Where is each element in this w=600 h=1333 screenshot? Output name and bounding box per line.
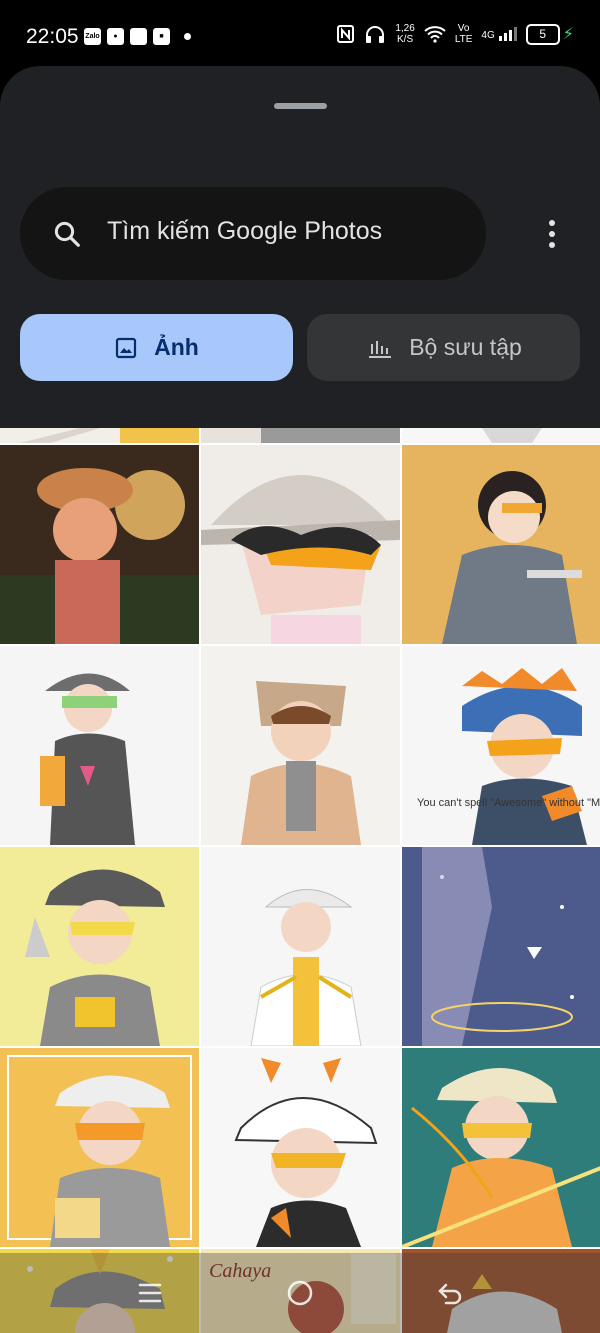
photo-thumbnail[interactable]: [0, 847, 199, 1046]
photo-thumbnail[interactable]: [402, 445, 600, 644]
tab-photos-label: Ảnh: [154, 334, 199, 360]
speed-unit: K/S: [397, 34, 414, 45]
search-input[interactable]: Tìm kiếm Google Photos: [107, 217, 382, 246]
wifi-icon: [424, 26, 446, 43]
volte-top: Vo: [457, 23, 470, 34]
system-status: 1,26 K/S Vo LTE 4G 5 ⚡: [337, 23, 574, 45]
home-icon[interactable]: [282, 1275, 318, 1311]
status-bar: 22:05 Zalo ● ■ 1,26 K/S Vo LTE 4G 5 ⚡: [0, 0, 600, 68]
bar-chart-icon: [369, 340, 392, 358]
search-sheet: Tìm kiếm Google Photos Ảnh Bộ sưu tập: [0, 66, 600, 428]
status-time: 22:05: [26, 25, 79, 48]
photo-grid: You can't spell "Awesome" without "Me" C…: [0, 428, 600, 1333]
tab-collections-label: Bộ sưu tập: [409, 334, 522, 360]
notification-icons: Zalo ● ■: [84, 28, 191, 45]
back-icon[interactable]: [432, 1275, 468, 1311]
more-vert-icon: [549, 219, 555, 226]
search-bar[interactable]: Tìm kiếm Google Photos: [20, 187, 486, 280]
speed-value: 1,26: [395, 23, 415, 34]
signal-label: 4G: [481, 30, 495, 41]
more-options-button[interactable]: [537, 211, 567, 256]
photo-thumbnail[interactable]: [0, 428, 199, 443]
image-icon: [116, 337, 137, 358]
chat-icon: ●: [107, 28, 124, 45]
photo-thumbnail[interactable]: [402, 428, 600, 443]
photo-thumbnail[interactable]: [201, 1048, 400, 1247]
headset-icon: [366, 26, 385, 43]
photo-thumbnail[interactable]: You can't spell "Awesome" without "Me": [402, 646, 600, 845]
photo-thumbnail[interactable]: [0, 445, 199, 644]
caption-text: You can't spell "Awesome" without "Me": [417, 797, 600, 809]
photo-thumbnail[interactable]: [402, 847, 600, 1046]
more-notifications-icon: [184, 33, 191, 40]
photo-thumbnail[interactable]: [201, 445, 400, 644]
volte-indicator: Vo LTE: [455, 23, 473, 45]
volte-bottom: LTE: [454, 34, 473, 45]
tab-photos[interactable]: Ảnh: [20, 314, 293, 381]
app-icon: [130, 28, 147, 45]
photo-thumbnail[interactable]: [201, 428, 400, 443]
photo-thumbnail[interactable]: [201, 646, 400, 845]
photo-thumbnail[interactable]: [402, 1048, 600, 1247]
drag-handle[interactable]: [274, 103, 327, 109]
zalo-icon: Zalo: [84, 28, 101, 45]
battery-icon: 5: [525, 23, 560, 45]
network-speed: 1,26 K/S: [395, 23, 414, 45]
charging-icon: ⚡: [562, 26, 574, 43]
tab-collections[interactable]: Bộ sưu tập: [307, 314, 580, 381]
photo-thumbnail[interactable]: [201, 847, 400, 1046]
signal-icon: 4G: [481, 27, 517, 41]
search-icon: [54, 221, 80, 247]
photo-thumbnail[interactable]: [0, 1048, 199, 1247]
menu-icon[interactable]: [132, 1275, 168, 1311]
photo-thumbnail[interactable]: [0, 646, 199, 845]
system-nav-bar: [0, 1253, 600, 1333]
nfc-icon: [337, 25, 355, 43]
office-icon: ■: [153, 28, 170, 45]
